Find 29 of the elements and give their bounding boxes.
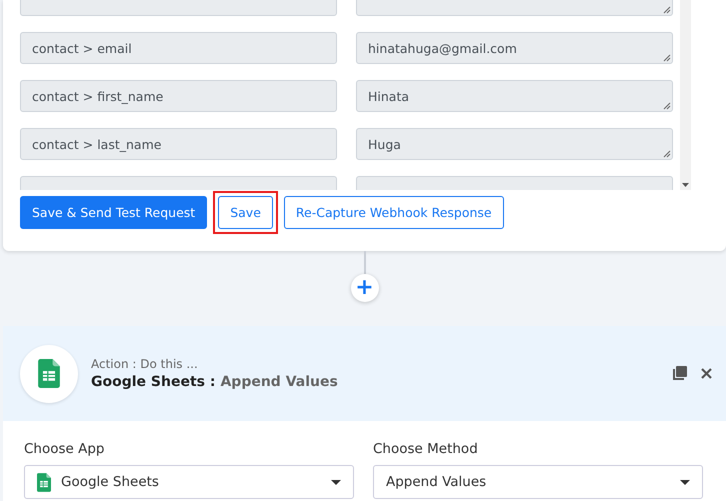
step-subtitle: Action : Do this ...: [91, 357, 199, 371]
field-name: contact > last_name: [20, 128, 337, 160]
field-label: Choose App: [24, 441, 106, 457]
resize-grip-icon[interactable]: [663, 54, 671, 62]
scroll-down-icon[interactable]: [682, 183, 689, 187]
value-field[interactable]: Huga: [356, 128, 673, 160]
send-test-button[interactable]: Save & Send Test Request: [20, 196, 208, 229]
value-field[interactable]: hinatahuga@gmail.com: [356, 32, 673, 64]
spreadsheet-icon: [37, 472, 51, 492]
resize-grip-icon[interactable]: [663, 102, 671, 110]
dropdown[interactable]: Google Sheets: [24, 465, 354, 499]
app-name: Google Sheets :: [91, 374, 216, 390]
resize-grip-icon[interactable]: [663, 150, 671, 158]
method-name: Append Values: [220, 374, 338, 390]
copy-icon[interactable]: [672, 366, 687, 381]
caret-icon[interactable]: [331, 480, 341, 484]
field-name: contact > email: [20, 32, 337, 64]
caret-icon[interactable]: [680, 480, 690, 484]
field-name: contact > first_name: [20, 80, 337, 112]
value-field[interactable]: Hinata: [356, 80, 673, 112]
save-button[interactable]: Save: [218, 196, 273, 229]
resize-grip-icon[interactable]: [663, 6, 671, 14]
field-label: Choose Method: [373, 441, 479, 457]
close-icon[interactable]: [701, 368, 712, 379]
dropdown[interactable]: Append Values: [373, 465, 703, 499]
spreadsheet-icon: [38, 359, 60, 388]
scrollbar[interactable]: [680, 0, 691, 190]
add-step-button[interactable]: +: [350, 274, 378, 302]
recapture-button[interactable]: Re-Capture Webhook Response: [284, 196, 504, 229]
